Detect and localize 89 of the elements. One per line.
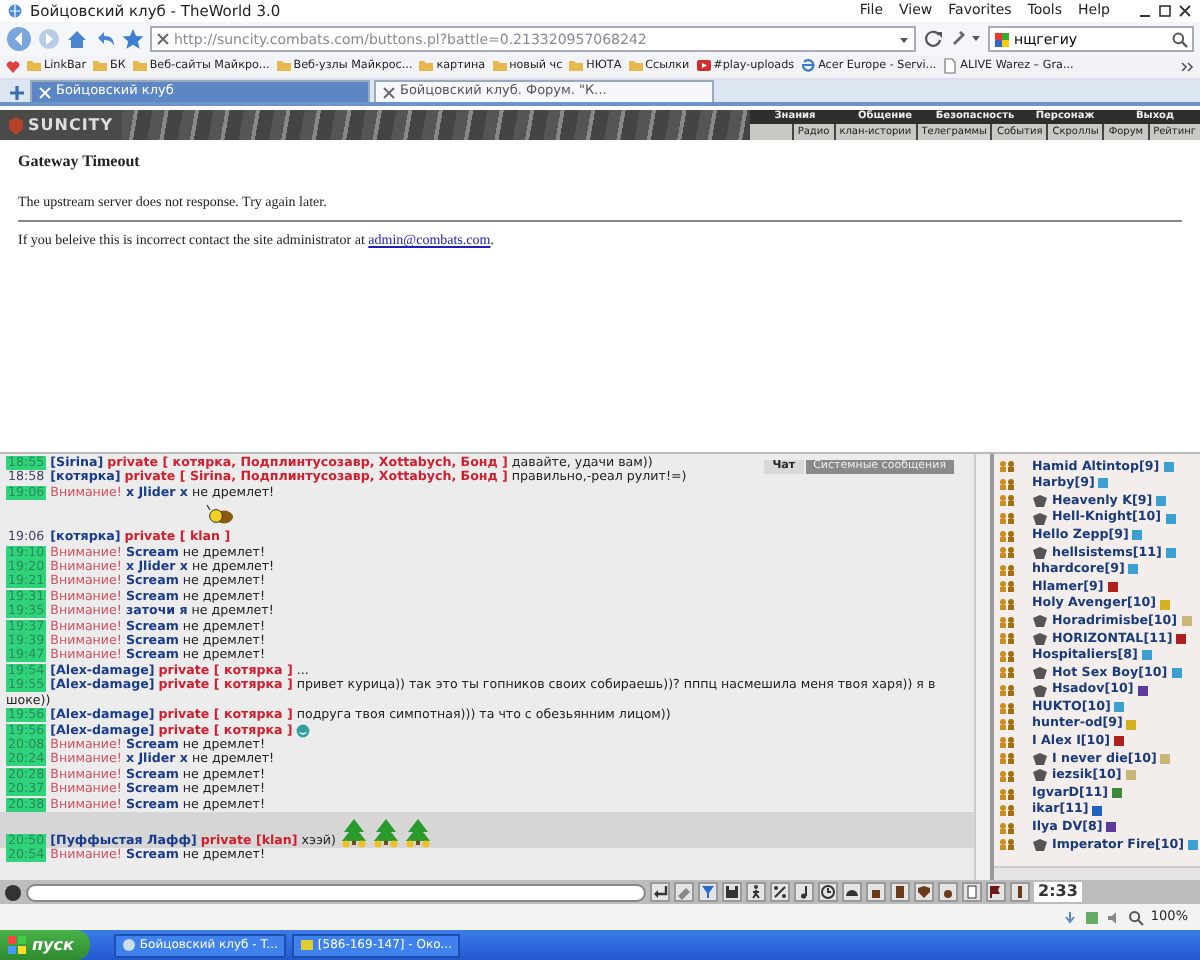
users-icon[interactable] — [998, 821, 1016, 834]
christmas-tree-icon — [404, 817, 432, 848]
bag-icon — [868, 884, 884, 900]
note-icon — [964, 884, 980, 900]
home-icon[interactable] — [66, 28, 88, 50]
bottle-icon — [1012, 884, 1028, 900]
helmet-icon — [844, 884, 860, 900]
globe-icon — [121, 938, 136, 952]
bottle-button[interactable] — [1010, 882, 1030, 902]
christmas-tree-icon — [372, 817, 400, 848]
chat-input[interactable] — [26, 883, 646, 901]
users-icon[interactable] — [998, 769, 1016, 782]
eraser-icon — [676, 884, 692, 900]
users-icon[interactable] — [998, 632, 1016, 645]
image-icon — [1084, 909, 1101, 925]
users-icon[interactable] — [998, 529, 1016, 542]
search-icon[interactable] — [1172, 31, 1188, 47]
christmas-tree-icon — [340, 817, 368, 848]
users-icon[interactable] — [998, 563, 1016, 576]
walking-figure-icon — [748, 884, 764, 900]
users-icon[interactable] — [998, 494, 1016, 507]
users-icon[interactable] — [998, 460, 1016, 473]
clock-icon — [820, 884, 836, 900]
helmet-button[interactable] — [842, 882, 862, 902]
emblem-icon — [8, 115, 24, 135]
clock-text: 2:33 — [1034, 882, 1082, 902]
filter-icon — [700, 884, 716, 900]
refresh-icon[interactable] — [922, 28, 944, 50]
download-icon — [1062, 909, 1079, 925]
star-icon[interactable] — [122, 28, 144, 50]
save-button[interactable] — [722, 882, 742, 902]
potion-icon — [940, 884, 956, 900]
undo-icon[interactable] — [94, 28, 116, 50]
clock-button[interactable] — [818, 882, 838, 902]
emblem-icon — [1032, 837, 1048, 852]
walking-figure-button[interactable] — [746, 882, 766, 902]
users-icon[interactable] — [998, 666, 1016, 679]
emblem-icon — [1032, 545, 1048, 560]
window-icon — [299, 938, 314, 952]
users-icon[interactable] — [998, 512, 1016, 525]
percent-icon — [772, 884, 788, 900]
music-note-icon — [796, 884, 812, 900]
stop-icon[interactable] — [156, 32, 170, 46]
site-logo[interactable]: SUNCITY — [0, 110, 122, 140]
users-icon[interactable] — [998, 752, 1016, 765]
globe-icon[interactable] — [800, 58, 817, 75]
shield-button[interactable] — [914, 882, 934, 902]
bag-button[interactable] — [866, 882, 886, 902]
users-icon[interactable] — [998, 838, 1016, 851]
error-title: Gateway Timeout — [18, 152, 142, 172]
horizontal-scrollbar[interactable] — [994, 866, 1200, 880]
shield-icon — [916, 884, 932, 900]
users-icon[interactable] — [998, 580, 1016, 593]
scroll-button[interactable] — [890, 882, 910, 902]
tools-icon[interactable] — [950, 28, 982, 50]
close-icon[interactable] — [1178, 4, 1192, 18]
enter-icon — [652, 884, 668, 900]
video-icon[interactable] — [695, 58, 712, 75]
filter-button[interactable] — [698, 882, 718, 902]
users-icon[interactable] — [998, 735, 1016, 748]
users-icon[interactable] — [998, 615, 1016, 628]
users-icon[interactable] — [998, 546, 1016, 559]
save-icon — [724, 884, 740, 900]
users-icon[interactable] — [998, 787, 1016, 800]
zoom-icon[interactable] — [1128, 909, 1145, 925]
back-icon[interactable] — [6, 26, 32, 52]
new-tab-icon[interactable] — [8, 84, 26, 102]
users-icon[interactable] — [998, 684, 1016, 697]
users-icon[interactable] — [998, 649, 1016, 662]
flag-button[interactable] — [986, 882, 1006, 902]
bee-smiley-icon — [206, 504, 234, 527]
scroll-icon — [892, 884, 908, 900]
chevron-icon[interactable] — [1180, 60, 1194, 74]
windows-logo-icon — [8, 936, 26, 954]
scrollbar[interactable] — [974, 454, 990, 880]
maximize-icon[interactable] — [1158, 4, 1172, 18]
music-note-button[interactable] — [794, 882, 814, 902]
users-icon[interactable] — [998, 804, 1016, 817]
users-icon[interactable] — [998, 598, 1016, 611]
enter-button[interactable] — [650, 882, 670, 902]
heart-icon[interactable] — [6, 60, 20, 74]
dropdown-icon[interactable] — [898, 33, 910, 45]
users-icon[interactable] — [998, 701, 1016, 714]
potion-button[interactable] — [938, 882, 958, 902]
users-icon[interactable] — [998, 477, 1016, 490]
users-icon[interactable] — [998, 718, 1016, 731]
percent-button[interactable] — [770, 882, 790, 902]
flag-icon — [988, 884, 1004, 900]
search-engine-icon — [994, 31, 1010, 47]
